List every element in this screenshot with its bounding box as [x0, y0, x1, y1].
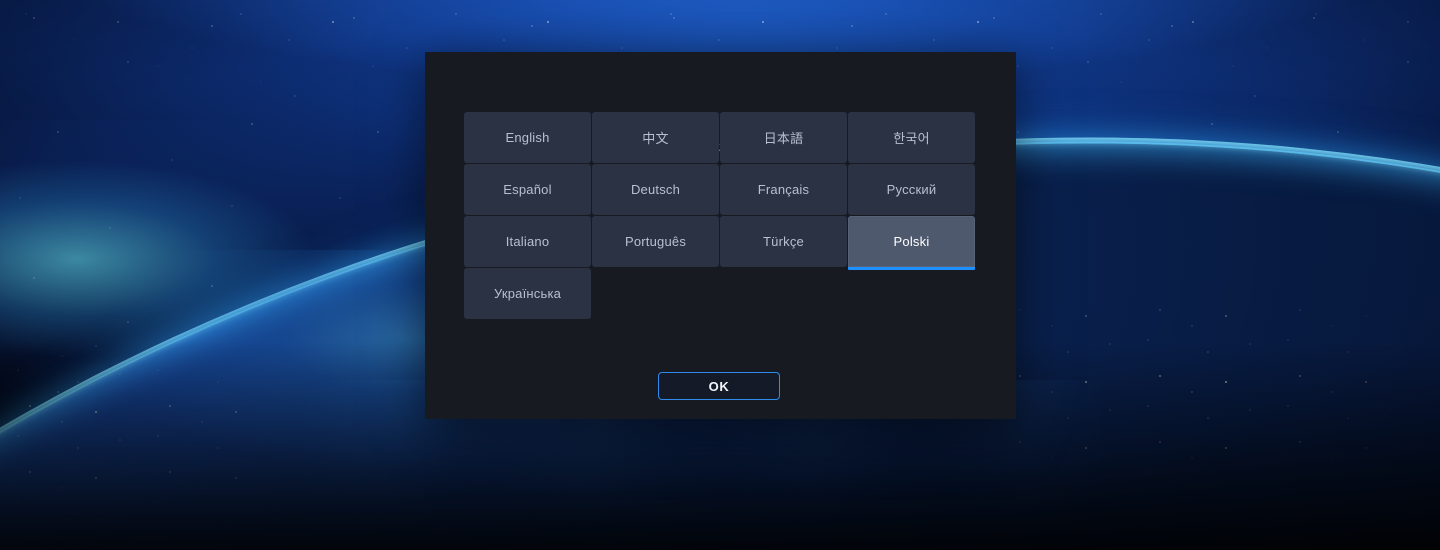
language-selection-dialog: WYBIERZ JĘZYK English中文日本語한국어EspañolDeut… — [425, 52, 1016, 419]
language-option[interactable]: 中文 — [592, 112, 719, 163]
language-option-label: 한국어 — [893, 131, 930, 146]
language-option[interactable]: Français — [720, 164, 847, 215]
ok-button[interactable]: OK — [658, 372, 780, 400]
language-option[interactable]: Türkçe — [720, 216, 847, 267]
language-option[interactable]: Deutsch — [592, 164, 719, 215]
language-option-label: Deutsch — [630, 182, 681, 197]
language-option[interactable]: Português — [592, 216, 719, 267]
language-option-label: Español — [503, 182, 552, 197]
language-option-label: 日本語 — [763, 131, 804, 146]
city-lights-right — [990, 300, 1440, 530]
language-option[interactable]: Українська — [464, 268, 591, 319]
screen: WYBIERZ JĘZYK English中文日本語한국어EspañolDeut… — [0, 0, 1440, 550]
language-option-label: Türkçe — [763, 234, 804, 249]
language-option[interactable]: Polski — [848, 216, 975, 270]
language-option[interactable]: English — [464, 112, 591, 163]
language-option-label: Українська — [493, 286, 562, 301]
language-option-label: 中文 — [642, 131, 669, 146]
language-option[interactable]: 日本語 — [720, 112, 847, 163]
language-option-label: Italiano — [505, 234, 550, 249]
language-option[interactable]: Русский — [848, 164, 975, 215]
language-grid: English 中文 日本語 한국어 Español Deutsch Français Рус… — [464, 112, 976, 320]
language-option-label: Français — [757, 182, 810, 197]
language-option-label: Polski — [893, 234, 930, 249]
language-option-label: Português — [624, 234, 687, 249]
language-option-label: English — [505, 130, 550, 145]
language-option[interactable]: 한국어 — [848, 112, 975, 163]
ok-button-label: OK — [708, 378, 730, 394]
language-option-label: Русский — [886, 182, 937, 197]
city-lights-left — [0, 330, 420, 550]
language-option[interactable]: Italiano — [464, 216, 591, 267]
language-option[interactable]: Español — [464, 164, 591, 215]
